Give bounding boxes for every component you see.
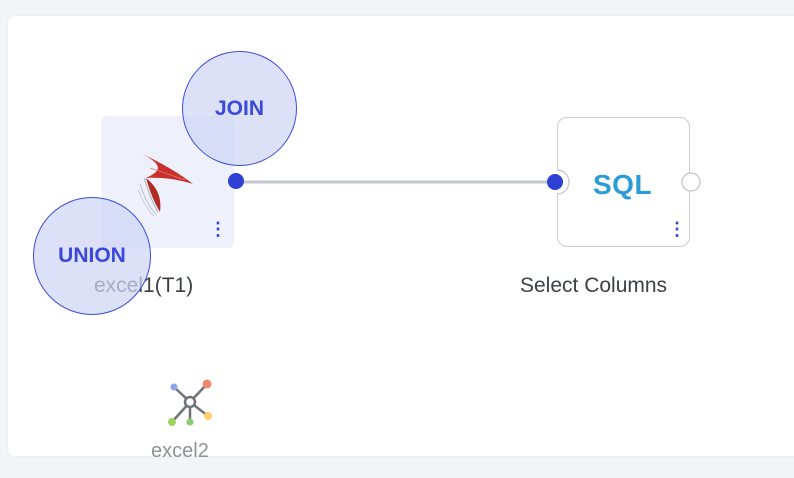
sql-node-label: Select Columns	[520, 274, 668, 297]
union-label: UNION	[58, 244, 126, 267]
sql-input-port[interactable]	[547, 174, 563, 190]
join-button[interactable]: JOIN	[182, 51, 297, 166]
source-output-port[interactable]	[228, 173, 244, 189]
graph-network-icon[interactable]	[164, 378, 216, 430]
sql-output-port[interactable]	[681, 172, 701, 192]
excel2-node-label: excel2	[151, 440, 209, 462]
union-button[interactable]: UNION	[33, 197, 151, 315]
join-label: JOIN	[214, 96, 264, 120]
